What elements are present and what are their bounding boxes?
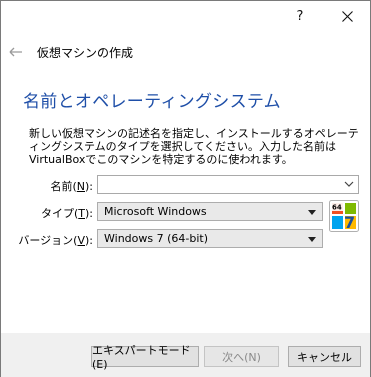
version-select[interactable]: Windows 7 (64-bit) — [97, 229, 323, 248]
chevron-down-icon[interactable] — [344, 180, 354, 188]
os-badge-7: 7 — [344, 213, 355, 232]
name-input[interactable] — [97, 175, 359, 194]
version-label: バージョン(V): — [18, 234, 93, 247]
help-button[interactable]: ? — [277, 1, 323, 31]
dropdown-arrow-icon — [308, 210, 316, 215]
windows7-64-icon: 64 7 — [329, 200, 359, 232]
version-select-value: Windows 7 (64-bit) — [104, 232, 208, 245]
create-vm-dialog: ? 仮想マシンの作成 名前とオペレーティングシステム 新しい仮想マシンの記述名を… — [0, 0, 371, 377]
cancel-button[interactable]: キャンセル — [288, 346, 361, 367]
name-label: 名前(N): — [50, 180, 93, 193]
back-arrow-icon[interactable] — [9, 47, 23, 57]
title-bar: ? — [1, 1, 370, 31]
close-icon — [341, 10, 353, 22]
page-description: 新しい仮想マシンの記述名を指定し、インストールするオペレーティングシステムのタイ… — [29, 127, 359, 166]
close-button[interactable] — [324, 1, 370, 31]
page-title: 名前とオペレーティングシステム — [23, 92, 281, 112]
dropdown-arrow-icon — [308, 237, 316, 242]
type-label: タイプ(T): — [40, 207, 93, 220]
expert-mode-button[interactable]: エキスパートモード(E) — [91, 344, 199, 371]
type-select[interactable]: Microsoft Windows — [97, 202, 323, 221]
type-select-value: Microsoft Windows — [104, 205, 207, 218]
os-badge-64: 64 — [332, 204, 342, 212]
wizard-caption: 仮想マシンの作成 — [37, 46, 134, 60]
next-button[interactable]: 次へ(N) — [204, 346, 279, 367]
